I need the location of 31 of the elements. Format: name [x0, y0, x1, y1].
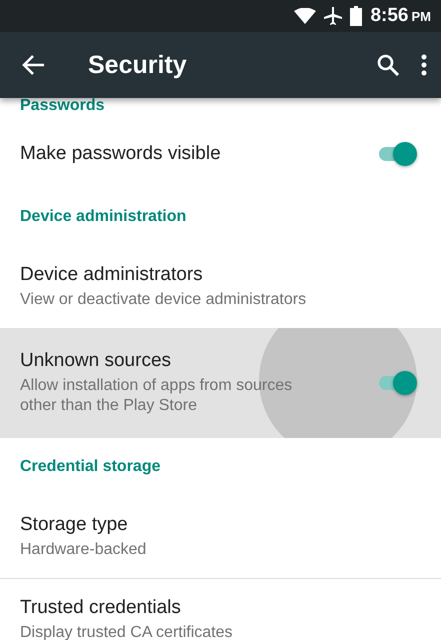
back-arrow-icon [22, 54, 46, 76]
search-icon [377, 54, 399, 76]
section-header: Device administration [19, 207, 188, 227]
screen-title: Security [88, 50, 188, 80]
setting-row[interactable]: Unknown sources Allow installation of apps from sources other than the Play Store [0, 328, 441, 438]
setting-title: Device administrators [20, 264, 203, 286]
back-button[interactable] [22, 54, 46, 76]
battery-icon [350, 6, 362, 26]
menu-icon [421, 54, 427, 76]
toggle-switch[interactable] [377, 141, 417, 167]
setting-summary: Hardware-backed [20, 540, 148, 560]
search-button[interactable] [377, 54, 399, 76]
section-header: Passwords [19, 98, 106, 116]
setting-row[interactable]: Make passwords visible [0, 120, 441, 188]
setting-summary: Allow installation of apps from sources other than the Play Store [20, 376, 294, 416]
clock-meridiem: PM [412, 9, 431, 24]
section-header: Credential storage [19, 457, 162, 477]
setting-summary: Display trusted CA certificates [20, 623, 234, 640]
more-options-button[interactable] [421, 54, 427, 76]
setting-title: Unknown sources [20, 350, 172, 372]
setting-row[interactable]: Trusted credentials Display trusted CA certificates [0, 579, 441, 640]
clock-time: 8:56 [370, 5, 408, 27]
setting-title: Trusted credentials [20, 597, 181, 619]
wifi-icon [294, 8, 316, 24]
setting-title: Storage type [20, 514, 128, 536]
setting-row[interactable]: Storage type Hardware-backed [0, 496, 441, 578]
setting-title: Make passwords visible [20, 143, 221, 165]
setting-summary: View or deactivate device administrators [20, 290, 308, 310]
toggle-switch[interactable] [377, 370, 417, 396]
setting-row[interactable]: Device administrators View or deactivate device administrators [0, 246, 441, 328]
airplane-icon [324, 7, 342, 25]
